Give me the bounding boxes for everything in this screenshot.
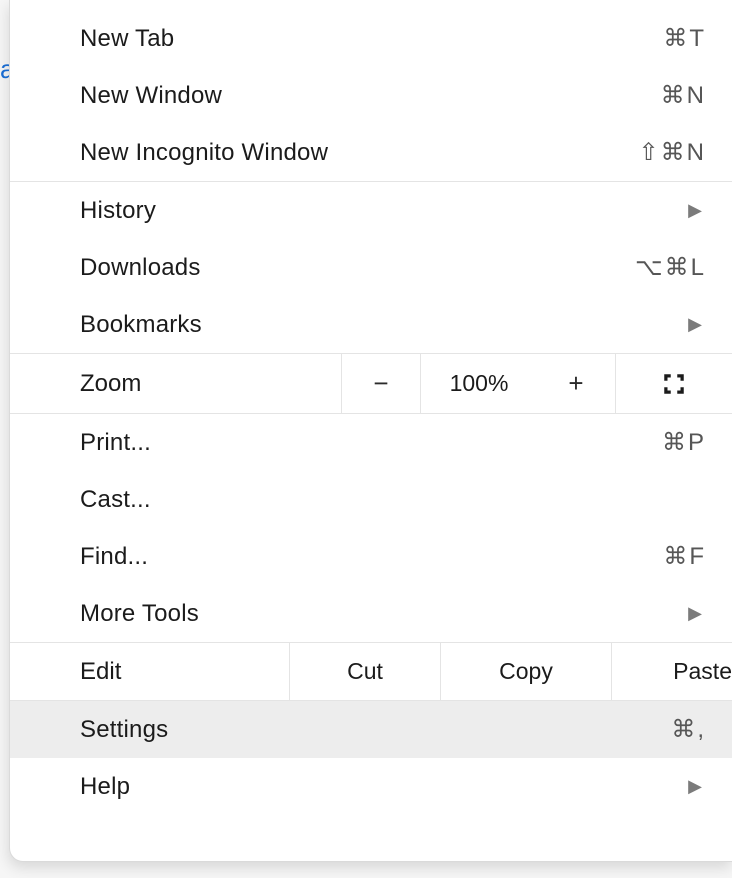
zoom-level-text: 100% xyxy=(450,370,509,397)
menu-item-label: Settings xyxy=(80,716,606,744)
menu-item-new-incognito-window[interactable]: New Incognito Window ⇧⌘N xyxy=(10,124,732,181)
shortcut-text: ⌘, xyxy=(606,715,706,744)
submenu-arrow-icon: ▶ xyxy=(688,603,706,624)
edit-copy-button[interactable]: Copy xyxy=(440,643,611,700)
menu-item-label: Help xyxy=(80,773,688,801)
submenu-arrow-icon: ▶ xyxy=(688,776,706,797)
zoom-in-button[interactable]: + xyxy=(537,354,615,413)
shortcut-text: ⌥⌘L xyxy=(606,253,706,282)
menu-item-new-tab[interactable]: New Tab ⌘T xyxy=(10,10,732,67)
shortcut-text: ⇧⌘N xyxy=(606,138,706,167)
menu-item-print[interactable]: Print... ⌘P xyxy=(10,414,732,471)
menu-item-bookmarks[interactable]: Bookmarks ▶ xyxy=(10,296,732,353)
edit-cut-button[interactable]: Cut xyxy=(289,643,440,700)
menu-item-find[interactable]: Find... ⌘F xyxy=(10,528,732,585)
menu-item-label: Print... xyxy=(80,429,606,457)
edit-paste-button[interactable]: Paste xyxy=(611,643,732,700)
menu-item-label: Zoom xyxy=(80,370,141,398)
menu-item-downloads[interactable]: Downloads ⌥⌘L xyxy=(10,239,732,296)
zoom-level-display: 100% xyxy=(420,354,537,413)
shortcut-text: ⌘N xyxy=(606,81,706,110)
shortcut-text: ⌘P xyxy=(606,428,706,457)
menu-item-more-tools[interactable]: More Tools ▶ xyxy=(10,585,732,642)
fullscreen-icon xyxy=(661,371,687,397)
menu-item-label: New Tab xyxy=(80,25,606,53)
menu-item-label: New Window xyxy=(80,82,606,110)
submenu-arrow-icon: ▶ xyxy=(688,200,706,221)
menu-item-label: New Incognito Window xyxy=(80,139,606,167)
menu-item-history[interactable]: History ▶ xyxy=(10,182,732,239)
menu-item-zoom: Zoom − 100% + xyxy=(10,353,732,414)
menu-item-label: Bookmarks xyxy=(80,311,688,339)
fullscreen-button[interactable] xyxy=(615,354,732,413)
shortcut-text: ⌘F xyxy=(606,542,706,571)
menu-item-cast[interactable]: Cast... xyxy=(10,471,732,528)
shortcut-text: ⌘T xyxy=(606,24,706,53)
menu-item-label: Cast... xyxy=(80,486,706,514)
menu-item-label: Edit xyxy=(80,658,121,686)
chrome-overflow-menu: New Tab ⌘T New Window ⌘N New Incognito W… xyxy=(9,0,732,862)
menu-item-label: Find... xyxy=(80,543,606,571)
menu-item-edit: Edit Cut Copy Paste xyxy=(10,642,732,701)
menu-item-label: Downloads xyxy=(80,254,606,282)
zoom-out-button[interactable]: − xyxy=(341,354,420,413)
submenu-arrow-icon: ▶ xyxy=(688,314,706,335)
menu-item-settings[interactable]: Settings ⌘, xyxy=(10,701,732,758)
menu-item-label: History xyxy=(80,197,688,225)
menu-item-new-window[interactable]: New Window ⌘N xyxy=(10,67,732,124)
menu-item-label: More Tools xyxy=(80,600,688,628)
menu-item-help[interactable]: Help ▶ xyxy=(10,758,732,815)
